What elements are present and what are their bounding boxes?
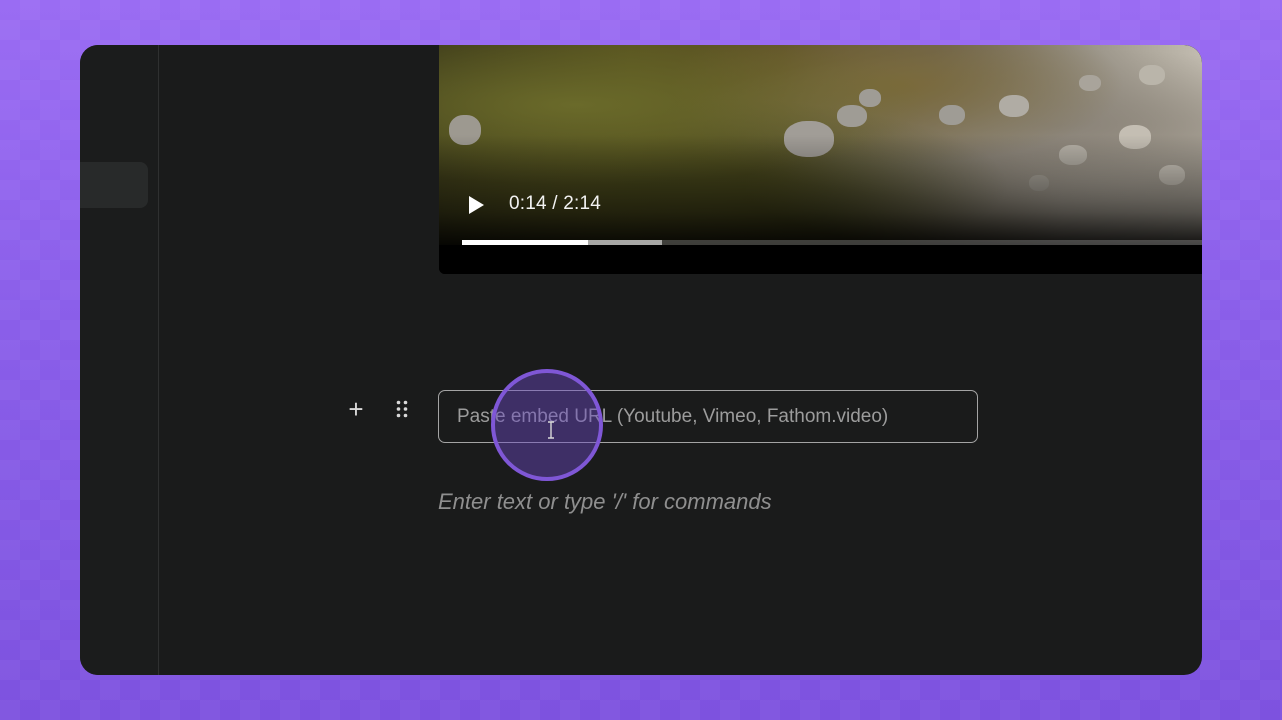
video-progress-bar[interactable]	[462, 240, 1202, 245]
add-block-button[interactable]: +	[345, 396, 367, 422]
drag-handle[interactable]	[395, 400, 409, 418]
plus-icon: +	[348, 394, 364, 424]
embed-url-input[interactable]	[438, 390, 978, 443]
video-embed[interactable]: 0:14 / 2:14	[439, 45, 1202, 274]
app-window: 0:14 / 2:14 + Enter text or type '/' for…	[80, 45, 1202, 675]
sidebar	[80, 45, 159, 675]
video-time-display: 0:14 / 2:14	[509, 193, 601, 214]
play-icon	[469, 196, 484, 214]
video-played-bar	[462, 240, 588, 245]
drag-handle-icon	[396, 400, 408, 418]
play-button[interactable]	[466, 194, 486, 216]
editor-placeholder-text: Enter text or type '/' for commands	[438, 489, 772, 514]
sidebar-item-active[interactable]	[80, 162, 148, 208]
